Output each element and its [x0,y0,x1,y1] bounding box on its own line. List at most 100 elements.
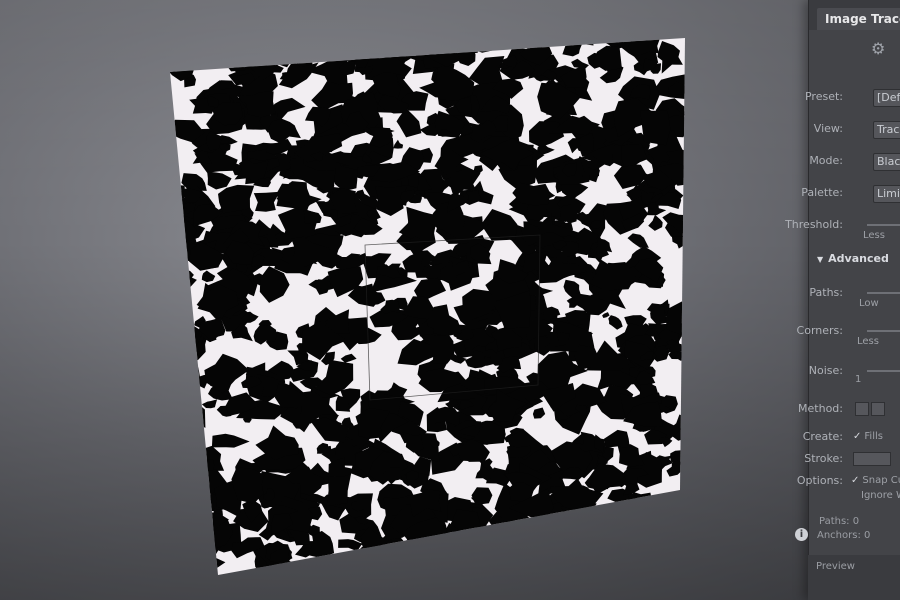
trace-blob [450,545,467,558]
threshold-label: Threshold: [785,218,843,231]
ignore-white-checkbox[interactable]: Ignore W [861,490,900,501]
trace-blob [560,528,571,539]
trace-blob [578,510,631,544]
trace-blob [530,558,547,575]
trace-blob [450,509,482,542]
advanced-section-toggle[interactable]: ▼ Advanced [817,252,889,265]
trace-blob [572,517,599,535]
method-label: Method: [798,402,843,415]
method-abutting-button[interactable] [855,402,869,416]
paths-stat-label: Paths: [819,516,850,527]
trace-blob [352,571,388,575]
mode-row: Mode: Black [809,152,900,171]
create-label: Create: [802,430,843,443]
anchors-stat-value: 0 [864,530,871,541]
trace-blob [174,335,198,358]
trace-blob [565,38,575,46]
trace-blob [170,343,192,369]
stroke-width-field[interactable] [853,452,891,466]
anchors-stat: Anchors: 0 [817,530,870,541]
trace-blob [624,571,637,575]
trace-blob [648,519,666,535]
trace-blob [492,549,513,568]
paths-slider[interactable] [867,292,900,294]
advanced-label: Advanced [828,252,889,265]
palette-dropdown[interactable]: Limit [873,185,900,203]
noise-slider[interactable] [867,370,900,372]
trace-blob [170,519,190,548]
trace-blob [170,43,197,71]
fills-checkbox[interactable]: ✓ Fills [853,431,883,442]
preset-dropdown[interactable]: [Def [873,89,900,107]
options-label: Options: [796,474,843,487]
panel-tab-image-trace[interactable]: Image Trace [817,8,900,30]
preview-checkbox[interactable]: Preview [816,561,855,572]
trace-blob [652,554,664,563]
paths-low-label: Low [859,298,879,309]
trace-blob [327,38,373,53]
trace-blob [422,546,442,559]
trace-blob [201,459,215,472]
info-icon[interactable]: i [795,528,808,541]
trace-blob [182,482,212,516]
corners-slider[interactable] [867,330,900,332]
trace-blob [316,44,328,52]
trace-blob [460,542,476,556]
trace-blob [170,524,204,542]
preset-row: Preset: [Def [805,88,900,107]
trace-blob [170,538,179,549]
trace-blob [441,38,480,55]
trace-blob [466,38,484,50]
trace-blob [236,570,257,575]
palette-row: Palette: Limit [801,184,900,203]
trace-blob [502,561,527,575]
trace-blob [311,570,325,575]
trace-blob [527,531,543,543]
trace-blob [664,522,680,533]
trace-blob [631,519,648,530]
trace-blob [170,518,207,543]
trace-blob [628,492,652,509]
trace-blob [528,567,545,575]
disclosure-triangle-icon: ▼ [817,255,824,264]
trace-blob [524,533,542,545]
image-trace-panel: Image Trace ⚙ Preset: [Def View: Trac Mo… [785,0,900,600]
threshold-slider[interactable] [867,224,900,226]
mode-dropdown[interactable]: Black [873,153,900,171]
trace-blob [671,542,685,566]
paths-stat-value: 0 [852,516,860,527]
preview-label: Preview [816,561,855,572]
trace-blob [170,463,203,482]
trace-blob [640,571,656,575]
trace-blob [170,353,202,386]
snap-curves-label: Snap Cu [862,475,900,486]
trace-blob [170,178,176,197]
trace-blob [497,526,517,543]
method-overlapping-button[interactable] [871,402,885,416]
trace-blob [604,549,650,575]
traced-image-canvas[interactable] [160,30,700,590]
trace-blob [353,564,376,575]
trace-blob [642,501,658,511]
artboard[interactable] [160,30,700,590]
trace-blob [170,528,180,541]
trace-blob [644,514,662,528]
trace-blob [170,60,182,73]
trace-blob [640,110,671,146]
trace-blob [544,542,575,575]
trace-blob [549,533,563,545]
snap-curves-checkbox[interactable]: ✓ Snap Cu [851,475,900,486]
trace-blob [191,556,207,569]
trace-blob [486,39,502,51]
trace-blob [309,567,341,575]
noise-value-label: 1 [855,374,862,385]
trace-blob [170,494,199,526]
trace-blob [638,533,655,556]
fills-label: Fills [864,431,883,442]
trace-blob [283,560,316,575]
trace-blob [208,38,232,59]
trace-blob [600,526,627,545]
trace-blob [482,533,514,564]
view-dropdown[interactable]: Trac [873,121,900,139]
trace-preset-icon[interactable]: ⚙ [871,40,893,58]
